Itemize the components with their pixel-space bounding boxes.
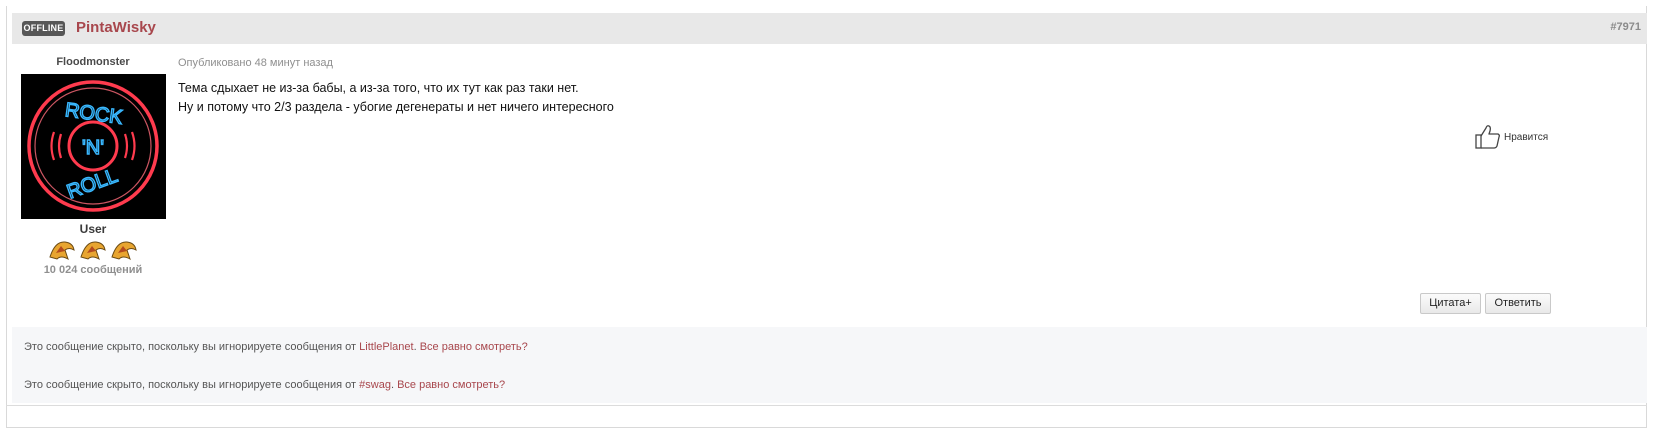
ignored-user-link[interactable]: #swag bbox=[359, 379, 391, 391]
post-number-link[interactable]: #7971 bbox=[1610, 21, 1641, 33]
like-label: Нравится bbox=[1504, 131, 1549, 143]
post-count: 10 024 сообщений bbox=[43, 264, 143, 276]
rank-pip-icon bbox=[111, 241, 137, 261]
rank-pip-icon bbox=[80, 241, 106, 261]
view-anyway-link[interactable]: Все равно смотреть? bbox=[420, 341, 528, 353]
hidden-message-text: Это сообщение скрыто, поскольку вы игнор… bbox=[24, 341, 360, 353]
hidden-message: Это сообщение скрыто, поскольку вы игнор… bbox=[24, 379, 505, 391]
hidden-messages: Это сообщение скрыто, поскольку вы игнор… bbox=[12, 327, 1647, 403]
published-date: Опубликовано 48 минут назад bbox=[178, 57, 333, 69]
hidden-message: Это сообщение скрыто, поскольку вы игнор… bbox=[24, 341, 528, 353]
author-name-link[interactable]: PintaWisky bbox=[76, 19, 156, 36]
post-body-line: Ну и потому что 2/3 раздела - убогие дег… bbox=[178, 100, 614, 114]
rank-pip-icon bbox=[49, 241, 75, 261]
reply-button[interactable]: Ответить bbox=[1485, 293, 1551, 314]
avatar-text-middle: 'N' bbox=[81, 137, 103, 159]
like-button[interactable]: Нравится bbox=[1474, 124, 1548, 150]
ignored-user-link[interactable]: LittlePlanet bbox=[359, 341, 413, 353]
member-group: User bbox=[79, 222, 107, 236]
rank-pips bbox=[18, 237, 168, 263]
avatar[interactable]: ROCK 'N' ROLL bbox=[20, 74, 166, 219]
post-body-line: Тема сдыхает не из-за бабы, а из-за того… bbox=[178, 81, 579, 95]
bottom-divider bbox=[6, 405, 1647, 406]
post-header: OFFLINE PintaWisky #7971 bbox=[12, 13, 1647, 44]
hidden-message-sep: . bbox=[390, 379, 394, 391]
hidden-message-text: Это сообщение скрыто, поскольку вы игнор… bbox=[24, 379, 360, 391]
status-badge: OFFLINE bbox=[22, 21, 65, 36]
post-body: Тема сдыхает не из-за бабы, а из-за того… bbox=[178, 79, 614, 117]
view-anyway-link[interactable]: Все равно смотреть? bbox=[397, 379, 505, 391]
author-info: Floodmonster ROCK 'N' ROLL User 10 024 с… bbox=[18, 56, 168, 276]
hidden-message-sep: . bbox=[413, 341, 417, 353]
quote-button[interactable]: Цитата+ bbox=[1420, 293, 1481, 314]
thumbs-up-icon bbox=[1475, 125, 1500, 149]
author-title: Floodmonster bbox=[56, 56, 130, 68]
